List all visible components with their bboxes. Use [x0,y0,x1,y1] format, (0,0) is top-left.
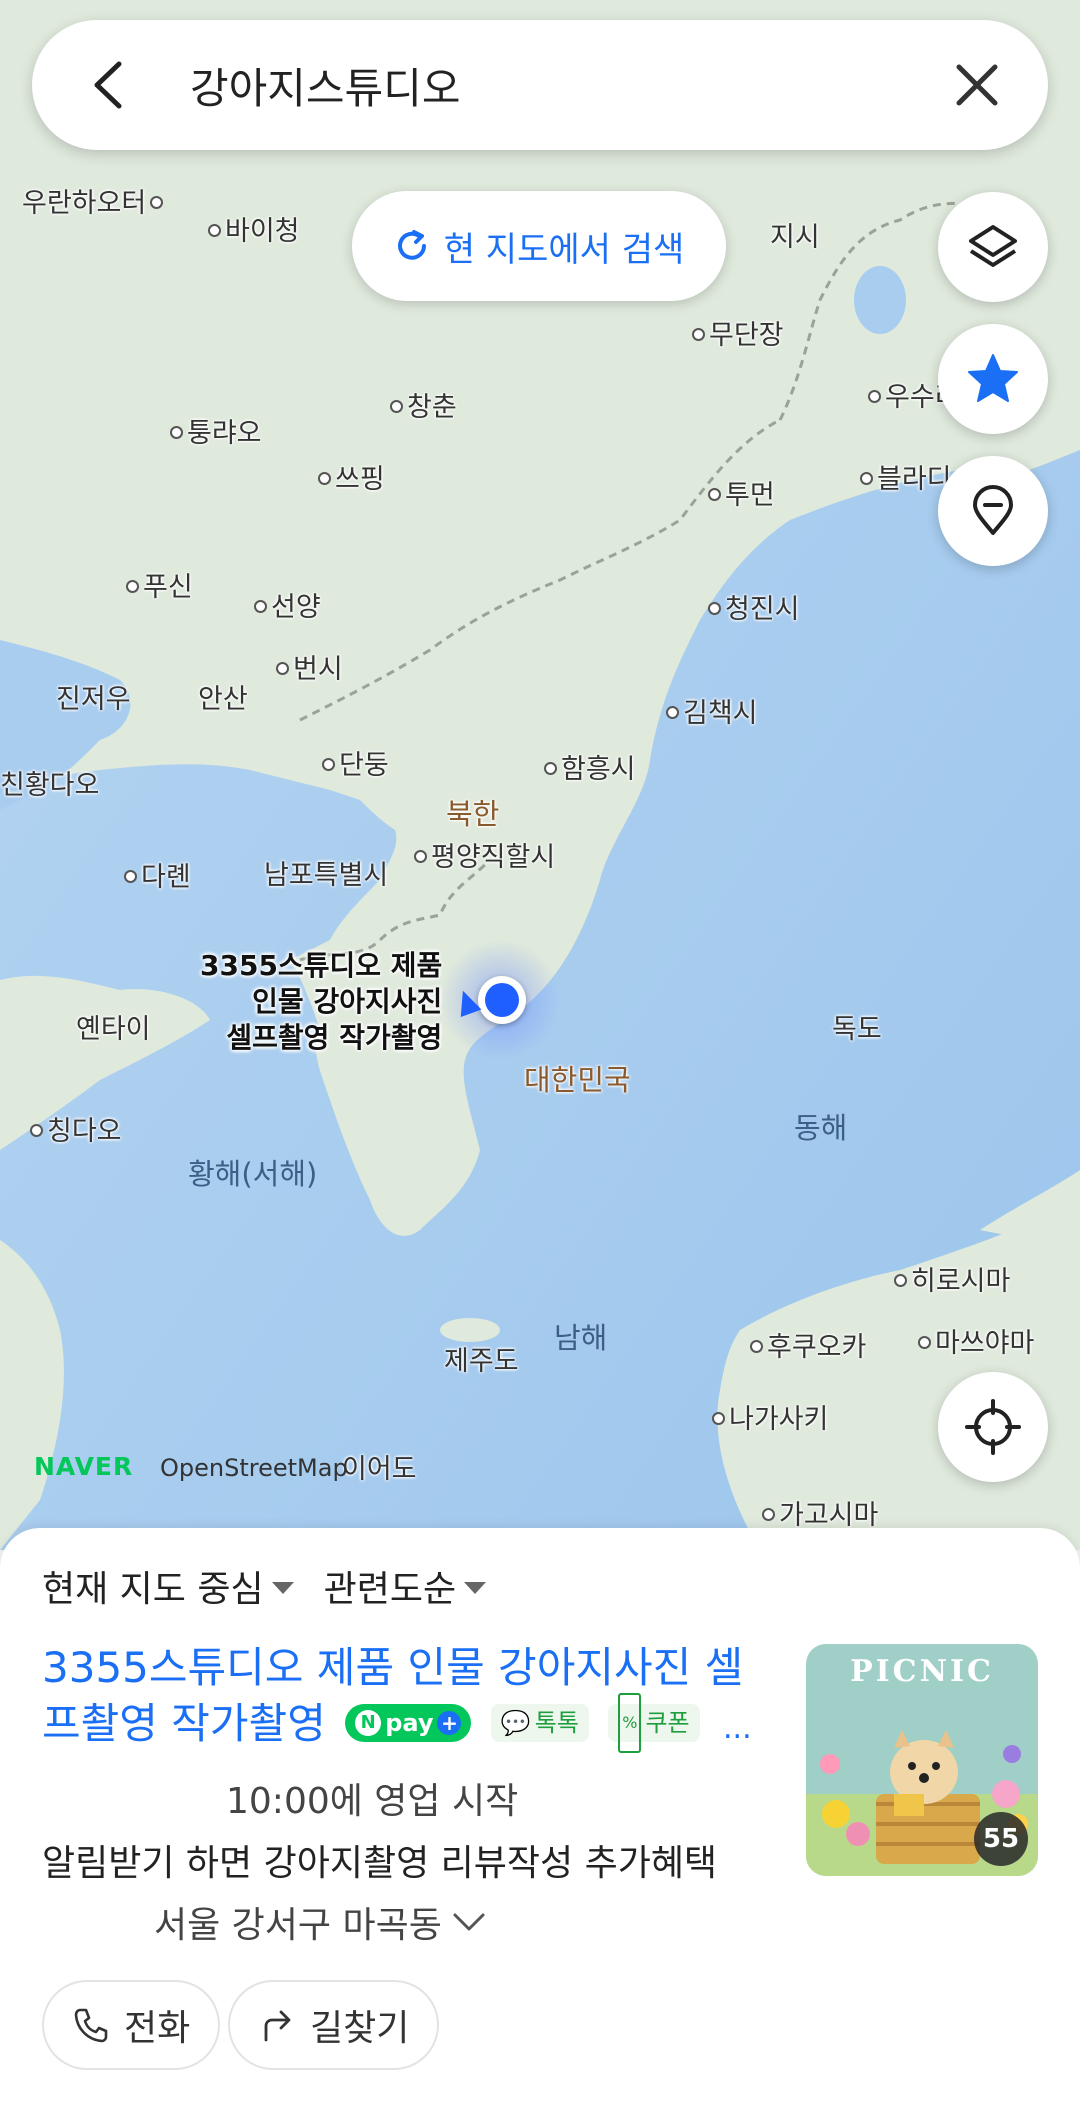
location-marker-icon [973,485,1013,535]
map-label[interactable]: 김책시 [666,700,758,727]
region-label-east-sea: 동해 [794,1111,848,1145]
directions-arrow-icon [264,2010,291,2042]
map-label[interactable]: 남포특별시 [264,862,388,889]
map-label[interactable]: 번시 [276,656,343,683]
coupon-badge[interactable]: % 쿠폰 [608,1692,700,1753]
more-badges[interactable]: ... [723,1711,752,1746]
favorites-button[interactable] [938,324,1048,434]
map-label[interactable]: 평양직할시 [414,844,555,871]
map-label[interactable]: 지시 [770,224,820,251]
search-bar[interactable]: 강아지스튜디오 [32,20,1048,150]
map-label[interactable]: 무단장 [692,322,784,349]
map-label[interactable]: 퉁랴오 [170,420,262,447]
call-button[interactable]: 전화 [42,1980,221,2070]
search-this-area-button[interactable]: 현 지도에서 검색 [352,191,726,301]
back-button[interactable] [64,40,154,130]
map-label[interactable]: 마쓰야마 [918,1330,1034,1357]
region-label-yellow-sea: 황해(서해) [188,1157,318,1191]
map-label[interactable]: 청진시 [708,596,800,623]
chevron-down-icon [453,1913,485,1931]
map-label[interactable]: 히로시마 [894,1268,1010,1295]
business-hours: 10:00에 영업 시작 [226,1781,519,1822]
map-label[interactable]: 함흥시 [544,756,636,783]
chevron-left-icon [94,61,122,109]
results-sheet[interactable]: 현재 지도 중심 관련도순 3355스튜디오 제품 인물 강아지사진 셀프촬영 … [0,1528,1080,2114]
osm-attribution[interactable]: OpenStreetMap [160,1454,348,1482]
filter-row: 현재 지도 중심 관련도순 [42,1560,487,1612]
result-title[interactable]: 3355스튜디오 제품 인물 강아지사진 셀프촬영 작가촬영 Npay + 💬 톡톡… [42,1640,762,1757]
caret-down-icon [271,1582,294,1594]
map-label[interactable]: 선양 [254,594,321,621]
layers-button[interactable] [938,192,1048,302]
location-pin[interactable] [478,976,526,1024]
chat-icon: 💬 [500,1708,531,1737]
photo-count-badge: 55 [974,1812,1028,1866]
map-label[interactable]: 진저우 [56,686,131,713]
region-label-south-sea: 남해 [554,1321,608,1355]
map-label[interactable]: 푸신 [126,574,193,601]
filter-map-center[interactable]: 현재 지도 중심 [42,1560,294,1612]
region-label-north-korea: 북한 [446,797,500,831]
map-label[interactable]: 바이청 [208,218,300,245]
search-this-area-label: 현 지도에서 검색 [443,229,685,270]
region-label-dokdo: 독도 [832,1014,882,1045]
clear-button[interactable] [932,40,1022,130]
close-icon [956,64,998,106]
map-label[interactable]: 옌타이 [76,1016,151,1043]
map-label[interactable]: 창춘 [390,394,457,421]
map-label[interactable]: 다롄 [124,864,191,891]
directions-button[interactable]: 길찾기 [228,1980,440,2070]
filter-sort[interactable]: 관련도순 [324,1560,487,1612]
caret-down-icon [464,1582,487,1594]
saved-place-button[interactable] [938,456,1048,566]
map-label[interactable]: 가고시마 [762,1502,878,1529]
phone-icon [74,2008,108,2043]
map-label[interactable]: 안산 [198,686,248,713]
map-label[interactable]: 이어도 [342,1456,417,1483]
coupon-icon: % [618,1692,642,1753]
naver-logo: NAVER [34,1452,134,1481]
layers-icon [969,225,1017,267]
region-label-south-korea: 대한민국 [524,1063,631,1097]
map-label[interactable]: 블라디 [860,466,952,493]
photo-caption: PICNIC [850,1654,994,1689]
map-label[interactable]: 친황다오 [0,772,99,799]
map-label[interactable]: 나가사키 [712,1406,828,1433]
map-pin-label[interactable]: 3355스튜디오 제품 인물 강아지사진 셀프촬영 작가촬영 [200,948,442,1056]
map-label[interactable]: 투먼 [708,482,775,509]
map-label[interactable]: 단둥 [322,752,389,779]
star-icon [968,354,1018,402]
map-label[interactable]: 후쿠오카 [750,1334,866,1361]
crosshair-icon [965,1399,1021,1455]
my-location-button[interactable] [938,1372,1048,1482]
search-query[interactable]: 강아지스튜디오 [190,55,932,116]
map-label[interactable]: 쓰핑 [318,466,385,493]
map-label[interactable]: 우란하오터 [22,190,167,217]
result-description: 알림받기 하면 강아지촬영 리뷰작성 추가혜택 [42,1843,718,1884]
npay-badge: Npay + [345,1703,472,1742]
map-label[interactable]: 칭다오 [30,1118,122,1145]
result-address[interactable]: 서울 강서구 마곡동 [154,1896,486,1948]
region-label-jeju: 제주도 [444,1346,519,1377]
refresh-icon [397,230,426,260]
talk-badge[interactable]: 💬 톡톡 [490,1703,589,1742]
result-photo[interactable]: PICNIC 55 [806,1644,1038,1876]
